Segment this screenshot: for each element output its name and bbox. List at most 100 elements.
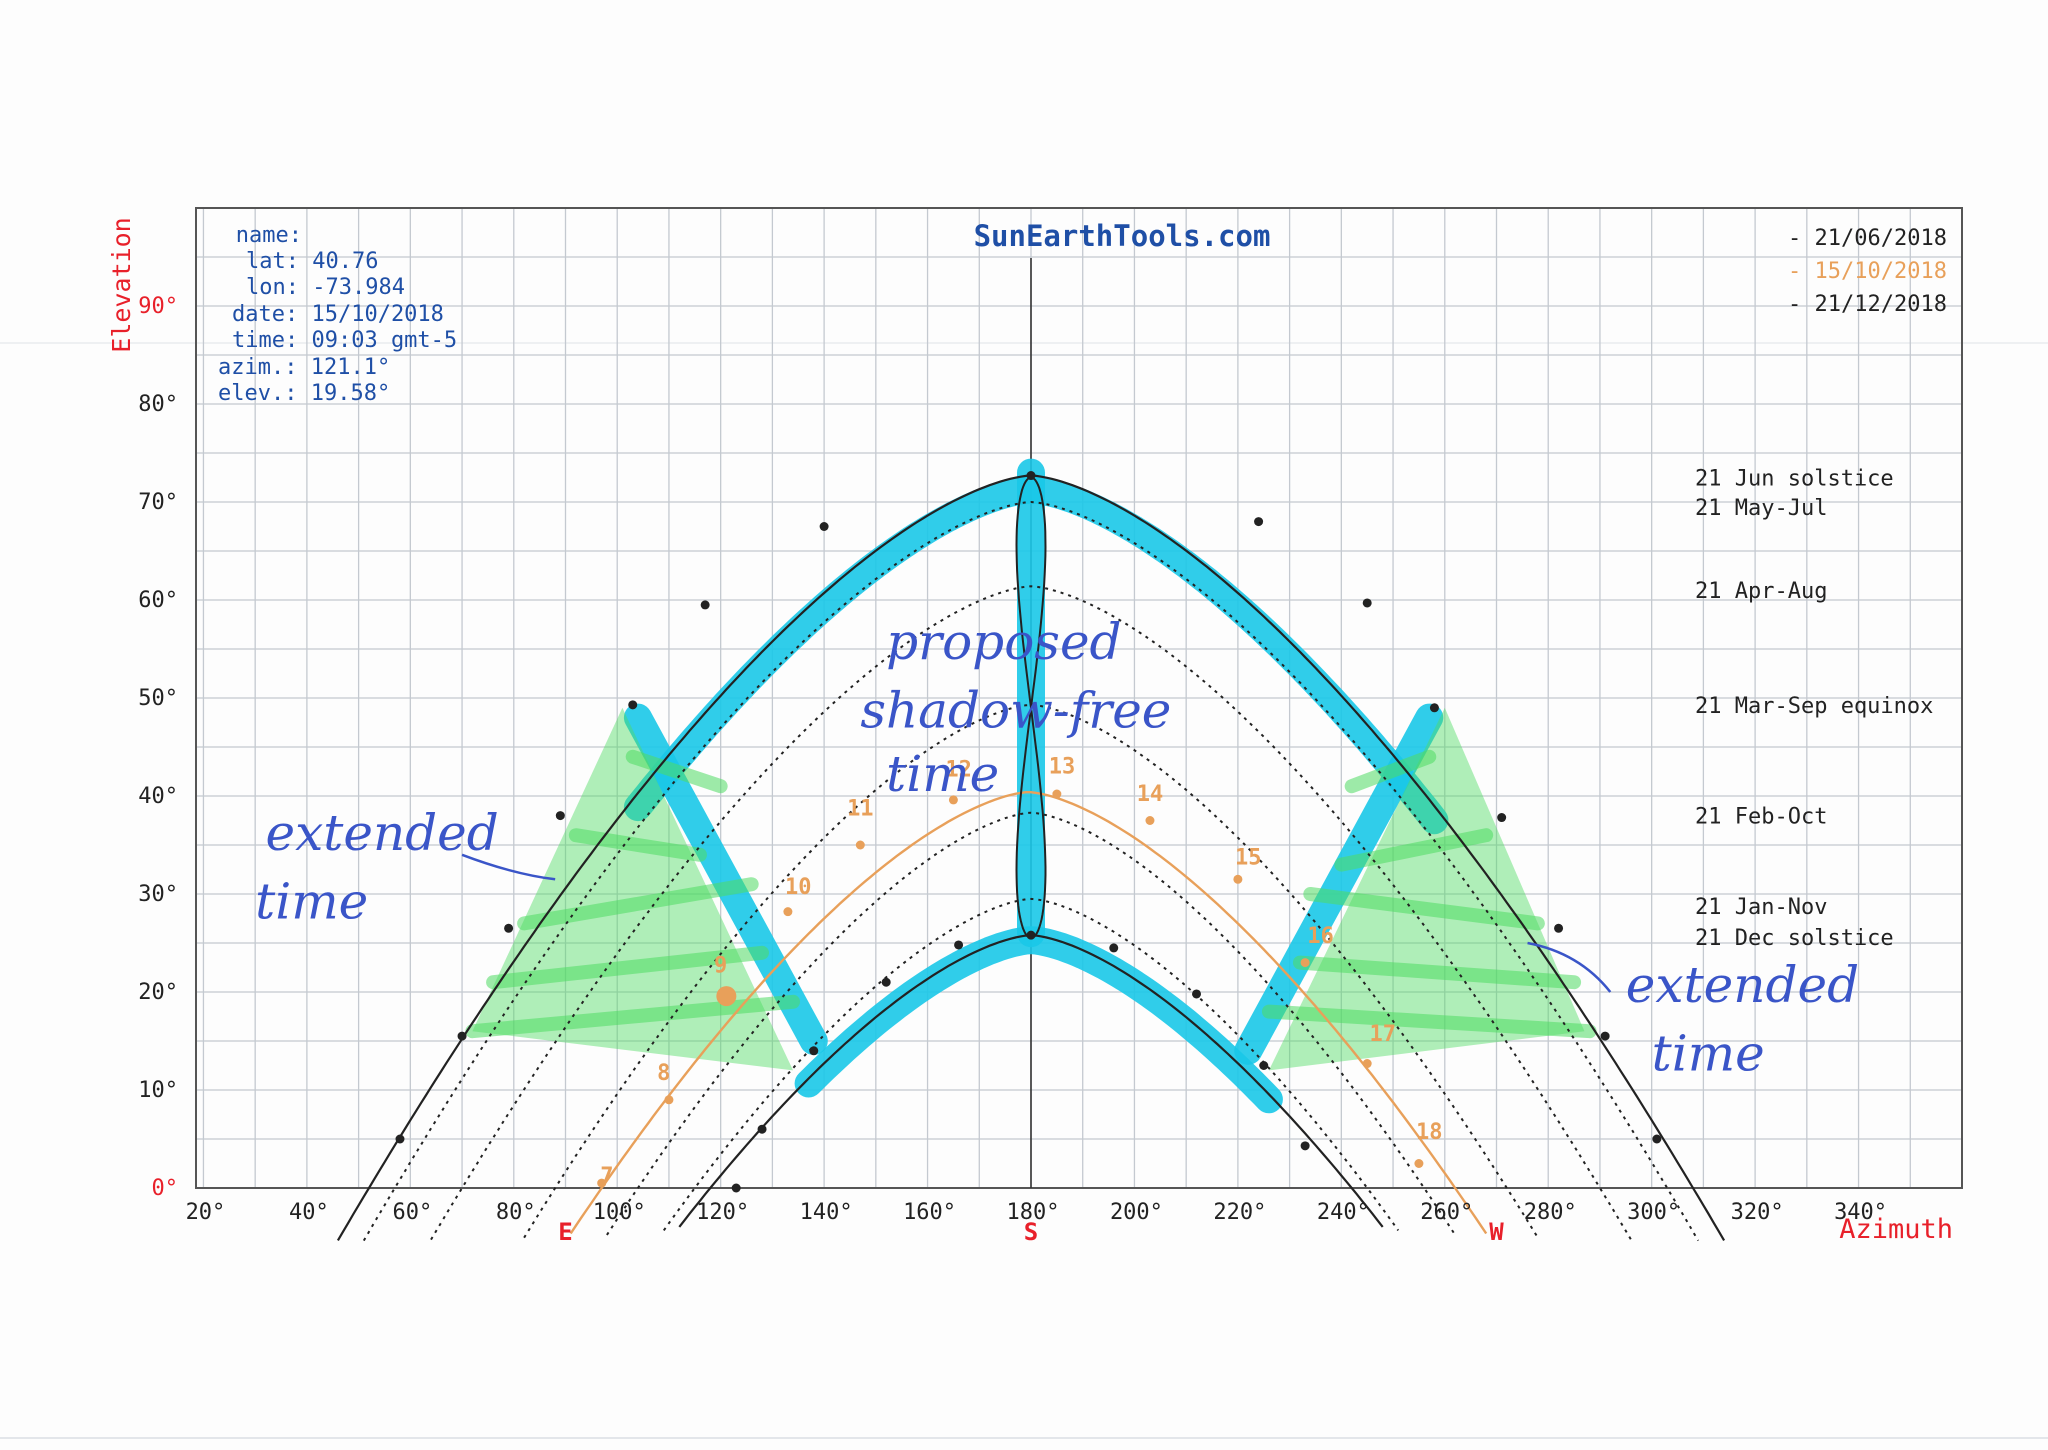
- info-date: date: 15/10/2018: [232, 302, 444, 327]
- path-label: 21 Jan-Nov: [1695, 895, 1827, 920]
- handwritten-annotation: proposed: [886, 613, 1121, 671]
- hour-label: 15: [1235, 846, 1262, 871]
- hour-marker-dot: [1052, 789, 1062, 799]
- x-tick-label: 280°: [1524, 1200, 1577, 1225]
- hour-label: 18: [1416, 1120, 1443, 1145]
- legend-entry-oct: - 15/10/2018: [1788, 259, 1947, 284]
- chart-title: SunEarthTools.com: [974, 219, 1271, 253]
- hour-label: 9: [714, 953, 727, 978]
- compass-s-label: S: [1024, 1218, 1038, 1246]
- hour-marker-dot: [1233, 874, 1243, 884]
- info-azim: azim.: 121.1°: [218, 355, 390, 380]
- handwritten-annotation: shadow-free: [860, 681, 1171, 739]
- hour-marker-dot: [664, 1095, 674, 1105]
- x-tick-label: 100°: [593, 1200, 646, 1225]
- hour-marker-dot: [1429, 703, 1439, 713]
- handwritten-annotation: time: [886, 745, 999, 803]
- y-tick-label: 30°: [138, 882, 178, 907]
- hour-marker-dot: [1362, 1059, 1372, 1069]
- x-tick-label: 120°: [696, 1200, 749, 1225]
- y-axis-title: Elevation: [107, 217, 136, 352]
- x-tick-label: 260°: [1420, 1200, 1473, 1225]
- info-name: name:: [236, 223, 302, 248]
- info-elev: elev.: 19.58°: [218, 381, 390, 406]
- hour-marker-dot: [395, 1134, 405, 1144]
- hour-marker-dot: [1554, 923, 1564, 933]
- hour-marker-dot: [1145, 816, 1155, 825]
- y-tick-label: 40°: [138, 784, 178, 809]
- hour-marker-dot: [1300, 958, 1310, 968]
- y-tick-label: 10°: [138, 1078, 178, 1103]
- hour-marker-dot: [731, 1183, 741, 1193]
- y-tick-label: 0°: [152, 1176, 179, 1201]
- hour-marker-dot: [855, 840, 865, 850]
- y-tick-label: 50°: [138, 686, 178, 711]
- path-label: 21 Mar-Sep equinox: [1695, 694, 1933, 719]
- winter-highlight-band: [794, 926, 1283, 1114]
- hour-marker-dot: [881, 977, 891, 987]
- y-tick-label: 90°: [138, 294, 178, 319]
- handwritten-annotation: time: [1652, 1024, 1765, 1082]
- x-tick-label: 300°: [1627, 1200, 1680, 1225]
- info-lon: lon: -73.984: [246, 275, 405, 300]
- hour-marker-dot: [700, 600, 710, 610]
- info-lat: lat: 40.76: [246, 249, 378, 274]
- hour-marker-dot: [555, 811, 565, 821]
- x-tick-label: 80°: [496, 1200, 536, 1225]
- path-label: 21 Feb-Oct: [1695, 805, 1827, 830]
- legend-entry-dec: - 21/12/2018: [1788, 292, 1947, 317]
- y-tick-label: 60°: [138, 588, 178, 613]
- compass-e-label: E: [558, 1218, 572, 1246]
- handwritten-annotation: extended: [1626, 956, 1859, 1014]
- path-label: 21 Apr-Aug: [1695, 579, 1827, 604]
- hour-marker-dot: [809, 1046, 819, 1056]
- x-tick-label: 140°: [800, 1200, 853, 1225]
- hour-label: 13: [1049, 754, 1076, 779]
- compass-w-label: W: [1489, 1218, 1504, 1246]
- handwritten-annotation: extended: [266, 804, 499, 862]
- hour-marker-dot: [819, 522, 829, 531]
- sun-path-chart: SunEarthTools.com Elevation Azimuth name…: [0, 207, 2048, 1439]
- legend-entry-jun: - 21/06/2018: [1788, 226, 1947, 251]
- hour-marker-dot: [457, 1031, 467, 1041]
- hour-marker-dot: [504, 923, 514, 933]
- x-tick-label: 20°: [186, 1200, 226, 1225]
- sun-position-dot: [716, 986, 737, 1007]
- hour-marker-dot: [954, 940, 964, 950]
- hour-marker-dot: [1414, 1159, 1424, 1168]
- x-tick-label: 220°: [1213, 1200, 1266, 1225]
- handwritten-annotation: time: [255, 873, 368, 931]
- hour-label: 7: [600, 1164, 613, 1189]
- hour-marker-dot: [783, 907, 793, 917]
- hour-marker-dot: [1362, 598, 1372, 608]
- hour-marker-dot: [1497, 813, 1507, 823]
- hour-label: 8: [657, 1061, 670, 1086]
- hour-marker-dot: [1300, 1141, 1310, 1151]
- x-tick-label: 320°: [1731, 1200, 1784, 1225]
- hour-label: 14: [1137, 782, 1164, 807]
- hour-marker-dot: [757, 1124, 767, 1134]
- path-label: 21 Dec solstice: [1695, 926, 1894, 951]
- hour-label: 16: [1307, 924, 1334, 949]
- hour-label: 10: [785, 875, 812, 900]
- chart-text: SunEarthTools.com Elevation Azimuth name…: [107, 217, 1953, 1246]
- hour-marker-dot: [1600, 1031, 1610, 1041]
- x-tick-label: 200°: [1110, 1200, 1163, 1225]
- x-tick-label: 240°: [1317, 1200, 1370, 1225]
- hour-marker-dot: [628, 700, 638, 710]
- path-label: 21 Jun solstice: [1695, 467, 1894, 492]
- hour-marker-dot: [1259, 1061, 1269, 1070]
- hour-marker-dot: [1109, 943, 1119, 953]
- hour-label: 17: [1369, 1022, 1396, 1047]
- y-tick-label: 20°: [138, 980, 178, 1005]
- hour-label: 11: [847, 797, 874, 822]
- x-tick-label: 60°: [392, 1200, 432, 1225]
- x-tick-label: 40°: [289, 1200, 329, 1225]
- y-tick-label: 70°: [138, 490, 178, 515]
- x-tick-label: 340°: [1834, 1200, 1887, 1225]
- hour-marker-dot: [1026, 930, 1036, 940]
- hour-marker-dot: [1652, 1134, 1662, 1144]
- x-tick-label: 160°: [903, 1200, 956, 1225]
- info-time: time: 09:03 gmt-5: [232, 328, 457, 353]
- y-tick-label: 80°: [138, 392, 178, 417]
